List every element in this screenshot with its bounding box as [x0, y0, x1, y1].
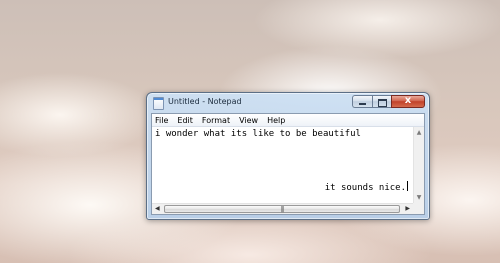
menu-help[interactable]: Help: [267, 116, 285, 125]
menu-file[interactable]: File: [155, 116, 168, 125]
close-icon: x: [404, 95, 412, 106]
title-bar[interactable]: Untitled - Notepad x: [147, 93, 429, 113]
text-line-1: i wonder what its like to be beautiful: [155, 129, 361, 139]
horizontal-scrollbar[interactable]: ◀ ||| ▶: [152, 203, 413, 214]
scrollbar-corner: [413, 203, 424, 214]
notepad-client-area: File Edit Format View Help i wonder what…: [151, 113, 425, 215]
menu-edit[interactable]: Edit: [177, 116, 193, 125]
text-editor[interactable]: i wonder what its like to be beautiful i…: [152, 127, 424, 214]
menu-format[interactable]: Format: [202, 116, 230, 125]
scroll-up-icon[interactable]: ▲: [414, 129, 424, 136]
menu-view[interactable]: View: [239, 116, 258, 125]
notepad-window[interactable]: Untitled - Notepad x File Edit Format Vi…: [146, 92, 430, 220]
vertical-scrollbar[interactable]: ▲ ▼: [413, 127, 424, 203]
minimize-icon: [359, 103, 366, 105]
text-caret: [407, 181, 408, 191]
close-button[interactable]: x: [391, 95, 425, 108]
text-line-2-wrapper: it sounds nice.: [325, 181, 408, 194]
notepad-icon[interactable]: [153, 97, 164, 110]
scroll-left-icon[interactable]: ◀: [155, 205, 160, 212]
horizontal-scroll-thumb[interactable]: |||: [164, 205, 400, 213]
scroll-right-icon[interactable]: ▶: [405, 205, 410, 212]
minimize-button[interactable]: [352, 95, 372, 108]
text-line-2: it sounds nice.: [324, 183, 406, 193]
caption-buttons: x: [352, 95, 425, 108]
scroll-grip-icon: |||: [280, 206, 284, 213]
maximize-icon: [378, 99, 387, 107]
scroll-down-icon[interactable]: ▼: [414, 194, 424, 201]
menu-bar: File Edit Format View Help: [152, 114, 424, 127]
maximize-button[interactable]: [372, 95, 391, 108]
window-title: Untitled - Notepad: [168, 97, 242, 106]
